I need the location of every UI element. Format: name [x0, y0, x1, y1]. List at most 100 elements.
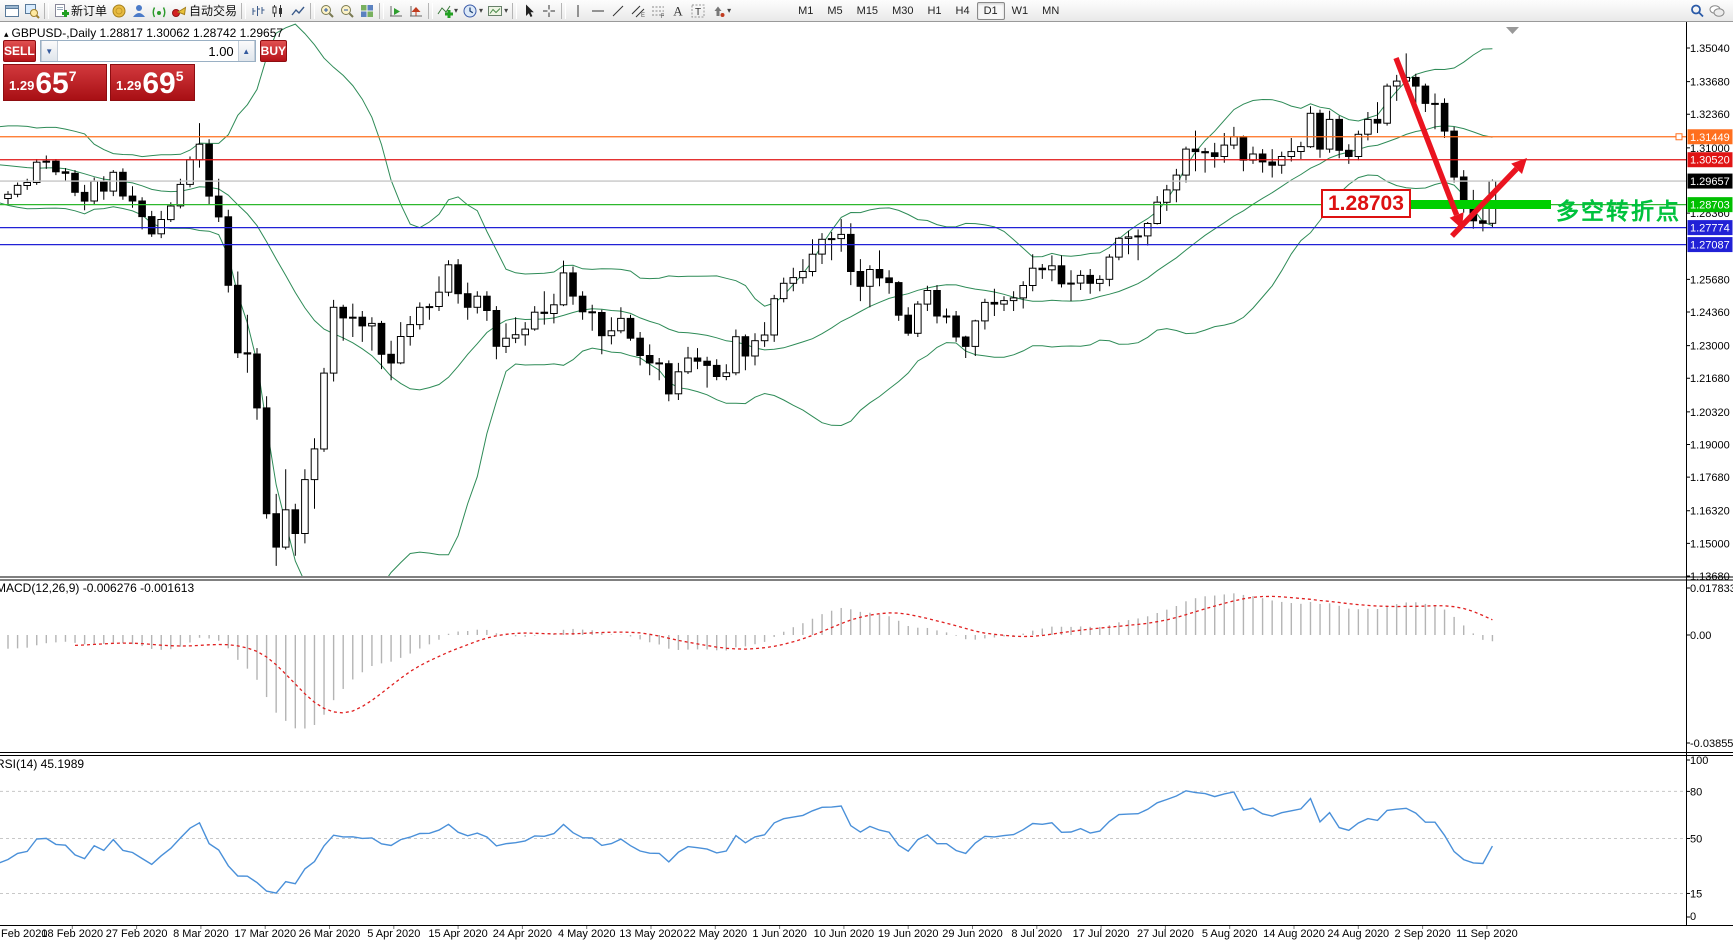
toolbar-separator: [44, 3, 49, 19]
sell-price-button[interactable]: 1.29 65 7: [3, 64, 107, 101]
arrows-tool-icon[interactable]: ▾: [708, 1, 733, 21]
svg-text:1.20320: 1.20320: [1690, 407, 1730, 419]
chevron-down-icon[interactable]: ▾: [479, 6, 483, 15]
zoom-out-icon: [339, 3, 355, 19]
symbol-info-text: GBPUSD-,Daily 1.28817 1.30062 1.28742 1.…: [12, 26, 284, 40]
svg-text:1.15000: 1.15000: [1690, 538, 1730, 550]
chart-shift-icon[interactable]: [406, 1, 426, 21]
trendline-icon[interactable]: [608, 1, 628, 21]
chevron-down-icon[interactable]: ▾: [454, 6, 458, 15]
price-flag-annotation[interactable]: 1.28703: [1321, 189, 1411, 218]
svg-text:27 Feb 2020: 27 Feb 2020: [106, 928, 168, 940]
buy-price-big: 69: [142, 71, 175, 97]
zoom-in-icon[interactable]: [317, 1, 337, 21]
autotrading-button: [171, 3, 187, 19]
svg-text:-0.038559: -0.038559: [1690, 738, 1733, 750]
fibonacci-icon: F: [650, 3, 666, 19]
svg-text:22 May 2020: 22 May 2020: [683, 928, 747, 940]
periods-icon[interactable]: ▾: [460, 1, 485, 21]
new-order-button[interactable]: 新订单: [51, 1, 109, 21]
fibonacci-icon[interactable]: F: [648, 1, 668, 21]
line-chart-icon[interactable]: [288, 1, 308, 21]
timeframe-h1[interactable]: H1: [920, 2, 948, 20]
zoom-in-icon: [319, 3, 335, 19]
templates-icon[interactable]: ▾: [485, 1, 510, 21]
zoom-out-icon[interactable]: [337, 1, 357, 21]
candle-chart-icon: [270, 3, 286, 19]
bar-chart-icon[interactable]: [248, 1, 268, 21]
svg-text:15: 15: [1690, 888, 1702, 900]
timeframe-mn[interactable]: MN: [1035, 2, 1066, 20]
chart-window-icon: [4, 3, 20, 19]
search-icon[interactable]: [1687, 1, 1707, 21]
price-chart[interactable]: 1.350401.336801.323601.310001.283601.256…: [0, 0, 1733, 941]
candle-chart-icon[interactable]: [268, 1, 288, 21]
buy-button[interactable]: BUY: [260, 40, 287, 62]
bar-chart-icon: [250, 3, 266, 19]
svg-text:1.28703: 1.28703: [1690, 200, 1730, 212]
indicators-icon[interactable]: ▾: [435, 1, 460, 21]
svg-text:50: 50: [1690, 834, 1702, 846]
svg-text:1.32360: 1.32360: [1690, 109, 1730, 121]
collapse-arrow-icon[interactable]: ▴: [4, 29, 9, 39]
profiles-icon[interactable]: [22, 1, 42, 21]
svg-text:18 Feb 2020: 18 Feb 2020: [41, 928, 103, 940]
text-icon[interactable]: A: [668, 1, 688, 21]
volume-increase-button[interactable]: ▲: [238, 41, 255, 61]
turning-point-annotation[interactable]: 多空转折点: [1556, 192, 1681, 226]
metaeditor-icon: [111, 3, 127, 19]
svg-text:5 Apr 2020: 5 Apr 2020: [367, 928, 420, 940]
autotrading-button-label: 自动交易: [189, 2, 237, 19]
horizontal-line-icon[interactable]: [588, 1, 608, 21]
svg-text:1.27087: 1.27087: [1690, 240, 1730, 252]
buy-price-button[interactable]: 1.29 69 5: [110, 64, 195, 101]
timeframe-d1[interactable]: D1: [977, 2, 1005, 20]
tile-windows-icon[interactable]: [357, 1, 377, 21]
svg-text:80: 80: [1690, 786, 1702, 798]
vertical-line-icon[interactable]: [568, 1, 588, 21]
chevron-down-icon[interactable]: ▾: [727, 6, 731, 15]
timeframe-m5[interactable]: M5: [820, 2, 849, 20]
new-order-button: [53, 3, 69, 19]
crosshair-icon: [541, 3, 557, 19]
chart-window-icon[interactable]: [2, 1, 22, 21]
svg-text:26 Mar 2020: 26 Mar 2020: [299, 928, 361, 940]
text-label-icon[interactable]: T: [688, 1, 708, 21]
line-handle[interactable]: [1676, 134, 1682, 140]
volume-input[interactable]: [58, 41, 238, 61]
svg-text:0.017833: 0.017833: [1690, 583, 1733, 595]
svg-text:8 Mar 2020: 8 Mar 2020: [173, 928, 229, 940]
crosshair-icon[interactable]: [539, 1, 559, 21]
autotrading-button[interactable]: 自动交易: [169, 1, 239, 21]
svg-text:15 Apr 2020: 15 Apr 2020: [428, 928, 487, 940]
macd-indicator-label: MACD(12,26,9) -0.006276 -0.001613: [0, 581, 194, 595]
svg-text:5 Aug 2020: 5 Aug 2020: [1202, 928, 1258, 940]
svg-text:17 Jul 2020: 17 Jul 2020: [1073, 928, 1130, 940]
timeframe-w1[interactable]: W1: [1005, 2, 1036, 20]
svg-text:1.31449: 1.31449: [1690, 132, 1730, 144]
equidistant-channel-icon: E: [630, 3, 646, 19]
volume-decrease-button[interactable]: ▼: [41, 41, 58, 61]
svg-text:1.16320: 1.16320: [1690, 506, 1730, 518]
trendline-icon: [610, 3, 626, 19]
svg-text:17 Mar 2020: 17 Mar 2020: [234, 928, 296, 940]
equidistant-channel-icon[interactable]: E: [628, 1, 648, 21]
signals-icon[interactable]: [149, 1, 169, 21]
svg-text:13 May 2020: 13 May 2020: [619, 928, 683, 940]
auto-scroll-icon[interactable]: [386, 1, 406, 21]
timeframe-m30[interactable]: M30: [885, 2, 920, 20]
chevron-down-icon[interactable]: ▾: [504, 6, 508, 15]
cursor-icon[interactable]: [519, 1, 539, 21]
chat-icon[interactable]: [1707, 1, 1727, 21]
timeframe-m1[interactable]: M1: [791, 2, 820, 20]
svg-text:24 Aug 2020: 24 Aug 2020: [1327, 928, 1389, 940]
cursor-icon: [521, 3, 537, 19]
metaeditor-icon[interactable]: [109, 1, 129, 21]
timeframe-h4[interactable]: H4: [949, 2, 977, 20]
sell-button[interactable]: SELL: [3, 40, 36, 62]
svg-text:1.27774: 1.27774: [1690, 223, 1730, 235]
toolbar-separator: [428, 3, 433, 19]
timeframe-m15[interactable]: M15: [850, 2, 885, 20]
community-icon[interactable]: [129, 1, 149, 21]
svg-text:A: A: [673, 3, 683, 18]
